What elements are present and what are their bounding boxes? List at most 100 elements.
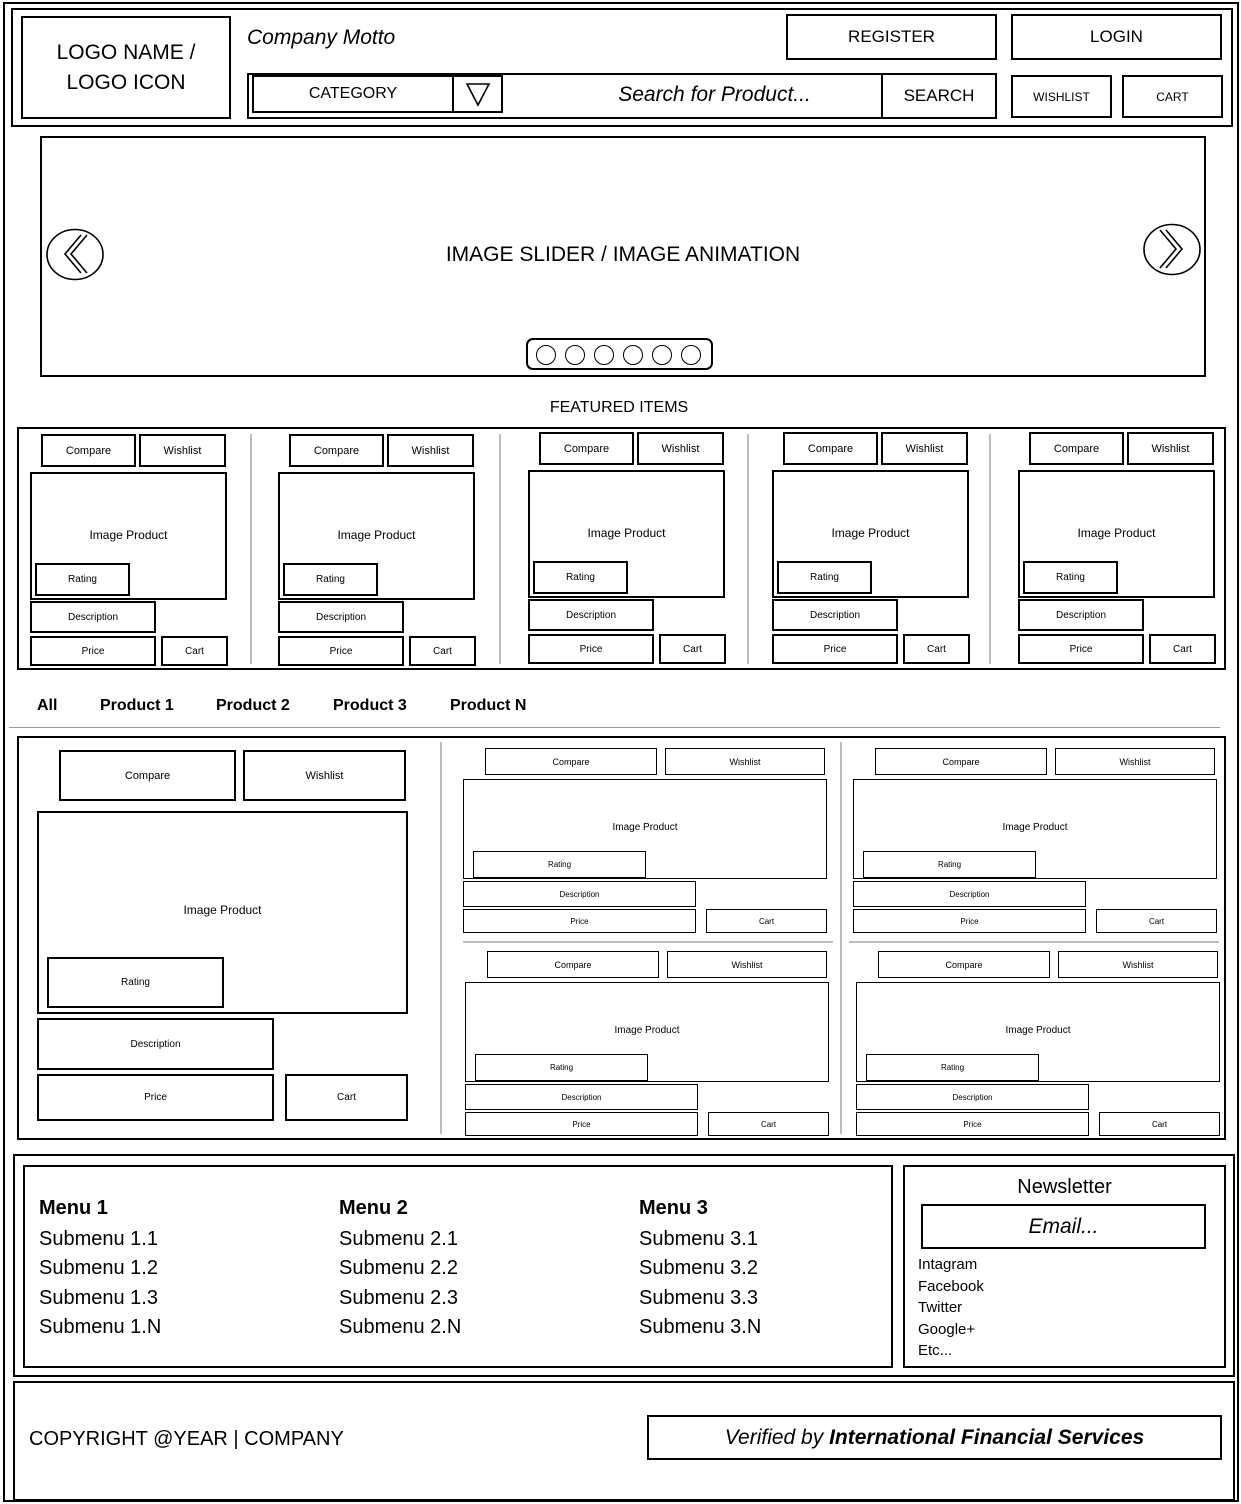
price-box[interactable]: Price bbox=[528, 634, 654, 664]
add-to-cart-button[interactable]: Cart bbox=[285, 1074, 408, 1121]
price-box[interactable]: Price bbox=[465, 1112, 698, 1136]
wishlist-button[interactable]: Wishlist bbox=[1058, 951, 1218, 978]
filter-tab[interactable]: Product 2 bbox=[216, 697, 290, 715]
wishlist-button[interactable]: Wishlist bbox=[637, 432, 724, 465]
category-select[interactable]: CATEGORY bbox=[252, 75, 454, 113]
search-input[interactable]: Search for Product... bbox=[504, 75, 881, 115]
rating-badge[interactable]: Rating bbox=[1023, 561, 1118, 594]
price-box[interactable]: Price bbox=[37, 1074, 274, 1121]
slider-dot[interactable] bbox=[623, 345, 643, 365]
search-button[interactable]: SEARCH bbox=[881, 73, 997, 119]
rating-badge[interactable]: Rating bbox=[777, 561, 872, 594]
footer-submenu-link[interactable]: Submenu 2.N bbox=[339, 1313, 461, 1343]
description-box[interactable]: Description bbox=[1018, 599, 1144, 631]
login-button[interactable]: LOGIN bbox=[1011, 14, 1222, 60]
compare-button[interactable]: Compare bbox=[875, 748, 1047, 775]
description-box[interactable]: Description bbox=[278, 601, 404, 633]
logo[interactable]: LOGO NAME / LOGO ICON bbox=[21, 16, 231, 119]
add-to-cart-button[interactable]: Cart bbox=[409, 636, 476, 666]
add-to-cart-button[interactable]: Cart bbox=[706, 909, 827, 933]
footer-submenu-link[interactable]: Submenu 1.N bbox=[39, 1313, 161, 1343]
slider-dot[interactable] bbox=[594, 345, 614, 365]
social-link-etc[interactable]: Etc... bbox=[918, 1340, 984, 1362]
price-box[interactable]: Price bbox=[463, 909, 696, 933]
wishlist-button[interactable]: Wishlist bbox=[139, 434, 226, 467]
footer-submenu-link[interactable]: Submenu 1.1 bbox=[39, 1225, 161, 1255]
footer-submenu-link[interactable]: Submenu 2.1 bbox=[339, 1225, 461, 1255]
footer-submenu-link[interactable]: Submenu 2.2 bbox=[339, 1254, 461, 1284]
rating-badge[interactable]: Rating bbox=[283, 563, 378, 596]
compare-button[interactable]: Compare bbox=[59, 750, 236, 801]
description-box[interactable]: Description bbox=[463, 881, 696, 907]
description-box[interactable]: Description bbox=[853, 881, 1086, 907]
social-link-googleplus[interactable]: Google+ bbox=[918, 1319, 984, 1341]
wishlist-button[interactable]: WISHLIST bbox=[1011, 75, 1112, 118]
footer-menu-title[interactable]: Menu 1 bbox=[39, 1194, 161, 1224]
rating-badge[interactable]: Rating bbox=[35, 563, 130, 596]
compare-button[interactable]: Compare bbox=[289, 434, 384, 467]
slider-dot[interactable] bbox=[681, 345, 701, 365]
price-box[interactable]: Price bbox=[1018, 634, 1144, 664]
description-box[interactable]: Description bbox=[772, 599, 898, 631]
slider-dot[interactable] bbox=[565, 345, 585, 365]
compare-button[interactable]: Compare bbox=[783, 432, 878, 465]
register-button[interactable]: REGISTER bbox=[786, 14, 997, 60]
footer-submenu-link[interactable]: Submenu 1.2 bbox=[39, 1254, 161, 1284]
email-field[interactable]: Email... bbox=[921, 1204, 1206, 1249]
rating-badge[interactable]: Rating bbox=[533, 561, 628, 594]
compare-button[interactable]: Compare bbox=[1029, 432, 1124, 465]
footer-submenu-link[interactable]: Submenu 3.1 bbox=[639, 1225, 761, 1255]
wishlist-button[interactable]: Wishlist bbox=[667, 951, 827, 978]
filter-tab[interactable]: All bbox=[37, 697, 57, 715]
price-box[interactable]: Price bbox=[853, 909, 1086, 933]
description-box[interactable]: Description bbox=[30, 601, 156, 633]
rating-badge[interactable]: Rating bbox=[47, 957, 224, 1008]
add-to-cart-button[interactable]: Cart bbox=[708, 1112, 829, 1136]
wishlist-button[interactable]: Wishlist bbox=[387, 434, 474, 467]
footer-submenu-link[interactable]: Submenu 3.N bbox=[639, 1313, 761, 1343]
footer-submenu-link[interactable]: Submenu 3.2 bbox=[639, 1254, 761, 1284]
add-to-cart-button[interactable]: Cart bbox=[659, 634, 726, 664]
footer-submenu-link[interactable]: Submenu 2.3 bbox=[339, 1284, 461, 1314]
wishlist-button[interactable]: Wishlist bbox=[881, 432, 968, 465]
description-box[interactable]: Description bbox=[856, 1084, 1089, 1110]
wishlist-button[interactable]: Wishlist bbox=[665, 748, 825, 775]
price-box[interactable]: Price bbox=[30, 636, 156, 666]
footer-menu-title[interactable]: Menu 2 bbox=[339, 1194, 461, 1224]
price-box[interactable]: Price bbox=[772, 634, 898, 664]
description-box[interactable]: Description bbox=[465, 1084, 698, 1110]
price-box[interactable]: Price bbox=[856, 1112, 1089, 1136]
footer-menu-title[interactable]: Menu 3 bbox=[639, 1194, 761, 1224]
add-to-cart-button[interactable]: Cart bbox=[903, 634, 970, 664]
cart-button[interactable]: CART bbox=[1122, 75, 1223, 118]
category-dropdown-button[interactable] bbox=[452, 75, 503, 113]
rating-badge[interactable]: Rating bbox=[473, 851, 646, 878]
compare-button[interactable]: Compare bbox=[41, 434, 136, 467]
compare-button[interactable]: Compare bbox=[539, 432, 634, 465]
add-to-cart-button[interactable]: Cart bbox=[1149, 634, 1216, 664]
rating-badge[interactable]: Rating bbox=[866, 1054, 1039, 1081]
add-to-cart-button[interactable]: Cart bbox=[1096, 909, 1217, 933]
wishlist-button[interactable]: Wishlist bbox=[243, 750, 406, 801]
footer-submenu-link[interactable]: Submenu 3.3 bbox=[639, 1284, 761, 1314]
compare-button[interactable]: Compare bbox=[878, 951, 1050, 978]
filter-tab[interactable]: Product N bbox=[450, 697, 526, 715]
slider-dot[interactable] bbox=[652, 345, 672, 365]
description-box[interactable]: Description bbox=[528, 599, 654, 631]
compare-button[interactable]: Compare bbox=[485, 748, 657, 775]
slider-dot[interactable] bbox=[536, 345, 556, 365]
compare-button[interactable]: Compare bbox=[487, 951, 659, 978]
footer-submenu-link[interactable]: Submenu 1.3 bbox=[39, 1284, 161, 1314]
social-link-facebook[interactable]: Facebook bbox=[918, 1276, 984, 1298]
rating-badge[interactable]: Rating bbox=[475, 1054, 648, 1081]
filter-tab[interactable]: Product 3 bbox=[333, 697, 407, 715]
wishlist-button[interactable]: Wishlist bbox=[1127, 432, 1214, 465]
social-link-twitter[interactable]: Twitter bbox=[918, 1297, 984, 1319]
add-to-cart-button[interactable]: Cart bbox=[1099, 1112, 1220, 1136]
add-to-cart-button[interactable]: Cart bbox=[161, 636, 228, 666]
description-box[interactable]: Description bbox=[37, 1018, 274, 1070]
social-link-instagram[interactable]: Intagram bbox=[918, 1254, 984, 1276]
slider-prev-button[interactable] bbox=[45, 227, 105, 282]
slider-next-button[interactable] bbox=[1142, 222, 1202, 277]
price-box[interactable]: Price bbox=[278, 636, 404, 666]
